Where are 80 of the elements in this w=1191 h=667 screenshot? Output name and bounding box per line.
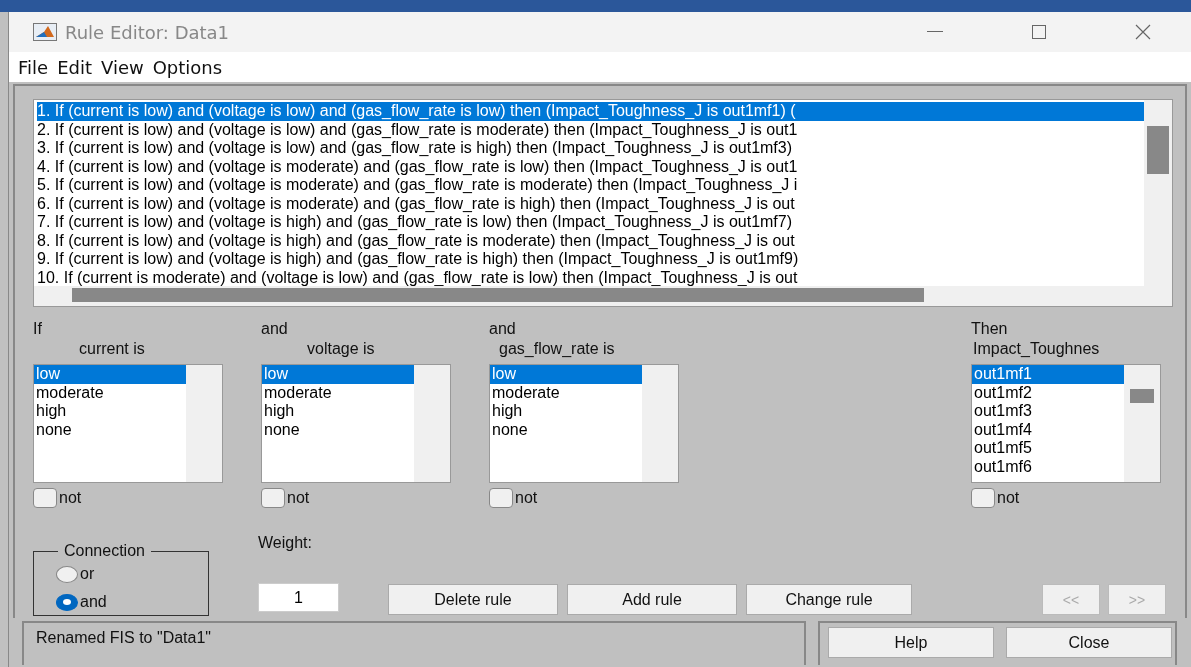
list-item[interactable]: none [34,420,186,439]
variable-label: Impact_Toughnes [972,339,1100,359]
scrollbar-thumb[interactable] [1130,389,1154,403]
condition-label: If [33,319,43,339]
weight-label: Weight: [258,534,313,552]
not-label: not [287,489,310,507]
rule-item[interactable]: 6. If (current is low) and (voltage is moderate) and (gas_flow_rate is high) then (Impact_Toughness_J is out [37,194,1144,213]
list-item[interactable]: moderate [262,383,414,402]
status-bar: Renamed FIS to "Data1" [22,621,806,665]
not-label: not [59,489,82,507]
radio-label: or [80,565,95,583]
rule-item[interactable]: 9. If (current is low) and (voltage is high) and (gas_flow_rate is high) then (Impact_Toughness_J is out1mf9) [37,250,1144,269]
rule-item[interactable]: 3. If (current is low) and (voltage is low) and (gas_flow_rate is high) then (Impact_Toughness_J is out1mf3) [37,139,1144,158]
list-item[interactable]: low [490,365,642,384]
variable-label: voltage is [306,339,375,359]
condition-label: Then [971,319,1009,339]
membership-list[interactable]: low moderate high none [33,364,223,483]
condition-label: and [489,319,517,339]
list-item[interactable]: none [490,420,642,439]
list-scrollbar[interactable] [414,365,450,482]
list-item[interactable]: moderate [490,383,642,402]
not-checkbox[interactable] [33,488,57,508]
horizontal-scrollbar[interactable] [34,286,1144,306]
radio-button[interactable] [56,565,78,583]
rule-button[interactable]: Delete rule [388,584,558,615]
list-scrollbar[interactable] [1124,365,1160,482]
rule-item[interactable]: 7. If (current is low) and (voltage is high) and (gas_flow_rate is low) then (Impact_Toughness_J is out1mf7) [37,213,1144,232]
list-item[interactable]: low [34,365,186,384]
list-item[interactable]: none [262,420,414,439]
scrollbar-thumb[interactable] [1147,126,1169,174]
rule-item[interactable]: 10. If (current is moderate) and (voltage is low) and (gas_flow_rate is low) then (Impact_Toughness_J is out [37,268,1144,286]
rule-item[interactable]: 8. If (current is low) and (voltage is high) and (gas_flow_rate is moderate) then (Impact_Toughness_J is out [37,231,1144,250]
not-checkbox[interactable] [971,488,995,508]
app-logo-icon [33,23,57,41]
not-checkbox[interactable] [489,488,513,508]
list-item[interactable]: out1mf4 [972,420,1124,439]
list-scrollbar[interactable] [642,365,678,482]
menu-item[interactable]: View [101,56,144,78]
menu-item[interactable]: Options [152,56,223,78]
close-icon [1135,24,1151,40]
membership-list[interactable]: low moderate high none [489,364,679,483]
menu-item[interactable]: Edit [57,56,92,78]
membership-list[interactable]: low moderate high none [261,364,451,483]
radio-button[interactable] [56,593,78,611]
variable-label: current is [78,339,145,359]
rule-item[interactable]: 5. If (current is low) and (voltage is moderate) and (gas_flow_rate is moderate) then (Impact_Toughness_J i [37,176,1144,195]
list-item[interactable]: out1mf2 [972,383,1124,402]
rule-button[interactable]: Add rule [567,584,737,615]
weight-field[interactable]: 1 [258,583,339,612]
maximize-icon [1032,25,1046,39]
rule-list[interactable] [33,99,1173,307]
membership-list[interactable]: out1mf1 out1mf2 out1mf3 out1mf4 out1mf5 out1mf6 [971,364,1161,483]
list-item[interactable]: high [34,402,186,421]
minimize-icon [927,31,943,33]
list-scrollbar[interactable] [186,365,222,482]
not-label: not [515,489,538,507]
scrollbar-thumb[interactable] [72,288,924,302]
list-item[interactable]: out1mf5 [972,439,1124,458]
radio-label: and [80,593,107,611]
vertical-scrollbar[interactable] [1144,100,1172,306]
rule-item[interactable]: 4. If (current is low) and (voltage is moderate) and (gas_flow_rate is low) then (Impact_Toughness_J is out1 [37,157,1144,176]
group-title: Connection [63,542,146,560]
list-item[interactable]: moderate [34,383,186,402]
list-item[interactable]: out1mf6 [972,457,1124,476]
window-title: Rule Editor: Data1 [65,21,231,43]
not-checkbox[interactable] [261,488,285,508]
rule-button[interactable]: Change rule [746,584,912,615]
list-item[interactable]: out1mf3 [972,402,1124,421]
not-label: not [997,489,1020,507]
condition-label: and [261,319,289,339]
footer-button[interactable]: Help [828,627,994,658]
footer-button[interactable]: Close [1006,627,1172,658]
menu-item[interactable]: File [18,56,49,78]
rule-item[interactable]: 2. If (current is low) and (voltage is low) and (gas_flow_rate is moderate) then (Impact_Toughness_J is out1 [37,120,1144,139]
rule-item[interactable]: 1. If (current is low) and (voltage is low) and (gas_flow_rate is low) then (Impact_Toughness_J is out1mf1) ( [37,102,1144,121]
list-item[interactable]: out1mf1 [972,365,1124,384]
variable-label: gas_flow_rate is [498,339,615,359]
list-item[interactable]: high [490,402,642,421]
list-item[interactable]: high [262,402,414,421]
list-item[interactable]: low [262,365,414,384]
